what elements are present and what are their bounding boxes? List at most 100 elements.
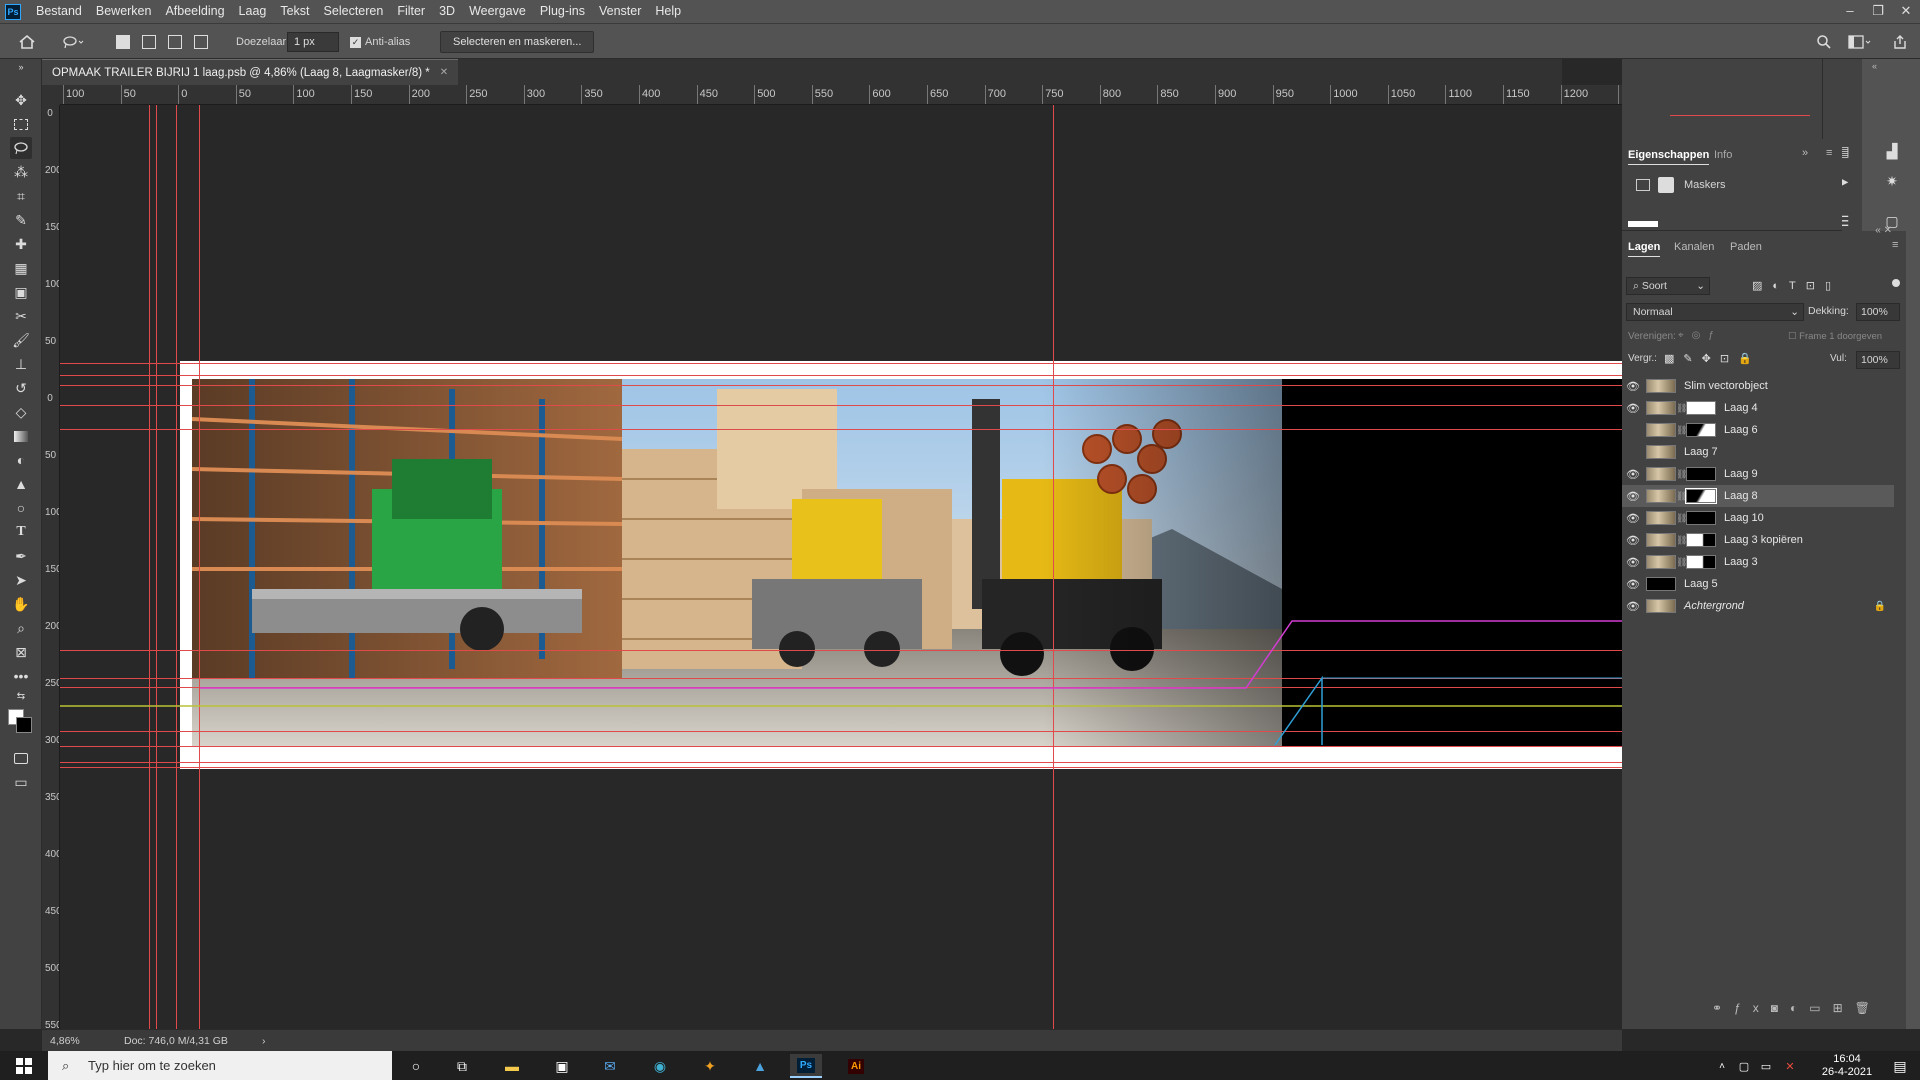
lasso-tool-preset-icon[interactable] xyxy=(62,24,84,60)
dodge-tool-icon[interactable]: ○ xyxy=(10,497,32,519)
horizontal-ruler[interactable]: 100 50 0 50 100 150 200 250 300 350 400 450 500 550 60… xyxy=(60,85,1822,105)
menu-filter[interactable]: Filter xyxy=(390,0,432,23)
layer-row[interactable]: 👁 Laag 5 xyxy=(1622,573,1894,595)
vertical-ruler[interactable]: 0200150100500501001502002503003504004505… xyxy=(42,105,60,1029)
subtract-selection-icon[interactable] xyxy=(168,24,182,60)
tab-lagen[interactable]: Lagen xyxy=(1628,237,1661,257)
collapse-panels-icon[interactable]: « xyxy=(1872,61,1877,71)
panel-expand-icon[interactable]: » xyxy=(1802,147,1808,159)
menu-selecteren[interactable]: Selecteren xyxy=(317,0,391,23)
layer-row[interactable]: 👁 ⛓ Laag 10 xyxy=(1622,507,1894,529)
lock-icon[interactable]: 🔒 xyxy=(1874,601,1886,612)
filter-type-icons[interactable]: ▨◐T⊡▯ xyxy=(1752,279,1841,292)
layers-menu-icon[interactable]: ≡ xyxy=(1892,239,1898,251)
tab-paden[interactable]: Paden xyxy=(1730,237,1762,257)
layer-row[interactable]: 👁 ⛓ Laag 3 xyxy=(1622,551,1894,573)
adjustment-layer-icon[interactable]: ◐ xyxy=(1790,1001,1809,1015)
layer-row-selected[interactable]: 👁 ⛓ Laag 8 xyxy=(1622,485,1894,507)
visibility-eye-icon[interactable]: 👁 xyxy=(1622,512,1644,525)
minimize-icon[interactable]: – xyxy=(1836,0,1864,23)
taskbar-clock[interactable]: 16:04 26-4-2021 xyxy=(1812,1053,1882,1079)
menu-plugins[interactable]: Plug-ins xyxy=(533,0,592,23)
sharpen-tool-icon[interactable]: ▲ xyxy=(10,473,32,495)
more-tools-icon[interactable]: ••• xyxy=(10,665,32,687)
eyedropper-tool-icon[interactable]: ✎ xyxy=(10,209,32,231)
panel-collapse-icon[interactable]: « ✕ xyxy=(1875,225,1892,236)
patch-tool-icon[interactable]: ▦ xyxy=(10,257,32,279)
link-chain-icon[interactable]: ⛓ xyxy=(1676,513,1687,524)
spot-healing-tool-icon[interactable]: ✚ xyxy=(10,233,32,255)
lock-icons[interactable]: ▩✎✥⊡🔒 xyxy=(1664,352,1761,365)
filter-toggle-icon[interactable] xyxy=(1892,279,1900,287)
propagate-frame-checkbox[interactable]: ☐ Frame 1 doorgeven xyxy=(1788,331,1882,342)
layer-mask-thumbnail[interactable] xyxy=(1686,555,1716,569)
photos-icon[interactable]: ▲ xyxy=(744,1054,776,1078)
visibility-off-icon[interactable]: · xyxy=(1622,446,1644,458)
close-icon[interactable]: ✕ xyxy=(1892,0,1920,23)
tab-info[interactable]: Info xyxy=(1714,145,1732,165)
zoom-tool-icon[interactable]: ⌕ xyxy=(10,617,32,639)
menu-afbeelding[interactable]: Afbeelding xyxy=(158,0,231,23)
marquee-tool-icon[interactable] xyxy=(10,113,32,135)
menu-help[interactable]: Help xyxy=(648,0,688,23)
fx-icon[interactable]: ƒx xyxy=(1734,1001,1771,1015)
outlook-icon[interactable]: ✦ xyxy=(694,1054,726,1078)
screen-mode-icon[interactable]: ▭ xyxy=(10,771,32,793)
crop-tool-icon[interactable]: ⌗ xyxy=(10,185,32,207)
share-icon[interactable] xyxy=(1892,24,1908,60)
new-group-icon[interactable]: ▭ xyxy=(1809,1001,1832,1015)
restore-icon[interactable]: ❐ xyxy=(1864,0,1892,23)
store-icon[interactable]: ▣ xyxy=(546,1054,578,1078)
visibility-eye-icon[interactable]: 👁 xyxy=(1622,556,1644,569)
unify-icons[interactable]: ⌖◎ƒ xyxy=(1678,330,1722,341)
windows-start-icon[interactable] xyxy=(8,1054,40,1078)
fill-input[interactable]: 100% xyxy=(1856,351,1900,369)
taskbar-search-input[interactable]: ⌕ Typ hier om te zoeken xyxy=(48,1051,392,1080)
collapse-toolbar-icon[interactable]: » xyxy=(10,61,32,73)
menu-bewerken[interactable]: Bewerken xyxy=(89,0,159,23)
link-chain-icon[interactable]: ⛓ xyxy=(1676,425,1687,436)
photoshop-taskbar-icon[interactable]: Ps xyxy=(790,1054,822,1078)
layer-row[interactable]: 👁 ⛓ Laag 4 xyxy=(1622,397,1894,419)
feather-input[interactable]: 1 px xyxy=(287,32,339,52)
visibility-eye-icon[interactable]: 👁 xyxy=(1622,468,1644,481)
zoom-level[interactable]: 4,86% xyxy=(50,1030,80,1052)
add-selection-icon[interactable] xyxy=(142,24,156,60)
eraser-tool-icon[interactable]: ◇ xyxy=(10,401,32,423)
move-tool-icon[interactable]: ✥ xyxy=(10,89,32,111)
frame-tool-icon[interactable]: ⊠ xyxy=(10,641,32,663)
pixel-mask-icon[interactable] xyxy=(1636,179,1650,191)
tab-kanalen[interactable]: Kanalen xyxy=(1674,237,1714,257)
new-layer-icon[interactable]: ⊞ xyxy=(1833,1001,1855,1015)
blur-tool-icon[interactable]: ◐ xyxy=(10,449,32,471)
layer-row[interactable]: · Laag 7 xyxy=(1622,441,1894,463)
layer-filter-select[interactable]: ⌕ Soort ⌄ xyxy=(1626,277,1710,295)
perspective-icon[interactable]: ✂ xyxy=(10,305,32,327)
panel-menu-icon[interactable]: ≡ xyxy=(1826,147,1832,159)
histogram-icon[interactable]: ▟ xyxy=(1882,141,1902,161)
visibility-off-icon[interactable]: · xyxy=(1622,424,1644,436)
document-tab[interactable]: OPMAAK TRAILER BIJRIJ 1 laag.psb @ 4,86%… xyxy=(42,59,459,85)
visibility-eye-icon[interactable]: 👁 xyxy=(1622,600,1644,613)
tray-alert-icon[interactable]: ✕ xyxy=(1774,1054,1806,1078)
pen-tool-icon[interactable]: ✒ xyxy=(10,545,32,567)
vector-mask-icon[interactable] xyxy=(1658,177,1674,193)
swap-colors-icon[interactable]: ⇆ xyxy=(10,689,32,703)
layer-mask-thumbnail[interactable] xyxy=(1686,533,1716,547)
menu-venster[interactable]: Venster xyxy=(592,0,648,23)
layer-mask-thumbnail[interactable] xyxy=(1685,488,1717,504)
stamp-tool-icon[interactable]: ⊥ xyxy=(10,353,32,375)
notifications-icon[interactable]: ▤ xyxy=(1884,1054,1916,1078)
navigator-icon[interactable]: ✷ xyxy=(1882,171,1902,191)
quick-mask-icon[interactable] xyxy=(10,747,32,769)
link-chain-icon[interactable]: ⛓ xyxy=(1676,403,1687,414)
new-selection-icon[interactable] xyxy=(116,24,130,60)
add-mask-icon[interactable]: ◙ xyxy=(1771,1001,1790,1015)
menu-weergave[interactable]: Weergave xyxy=(462,0,533,23)
illustrator-taskbar-icon[interactable]: Ai xyxy=(840,1054,872,1078)
select-and-mask-button[interactable]: Selecteren en maskeren... xyxy=(440,31,595,53)
workspace-icon[interactable] xyxy=(1848,24,1872,60)
visibility-eye-icon[interactable]: 👁 xyxy=(1622,578,1644,591)
canvas-area[interactable] xyxy=(60,105,1622,1029)
edge-icon[interactable]: ◉ xyxy=(644,1054,676,1078)
